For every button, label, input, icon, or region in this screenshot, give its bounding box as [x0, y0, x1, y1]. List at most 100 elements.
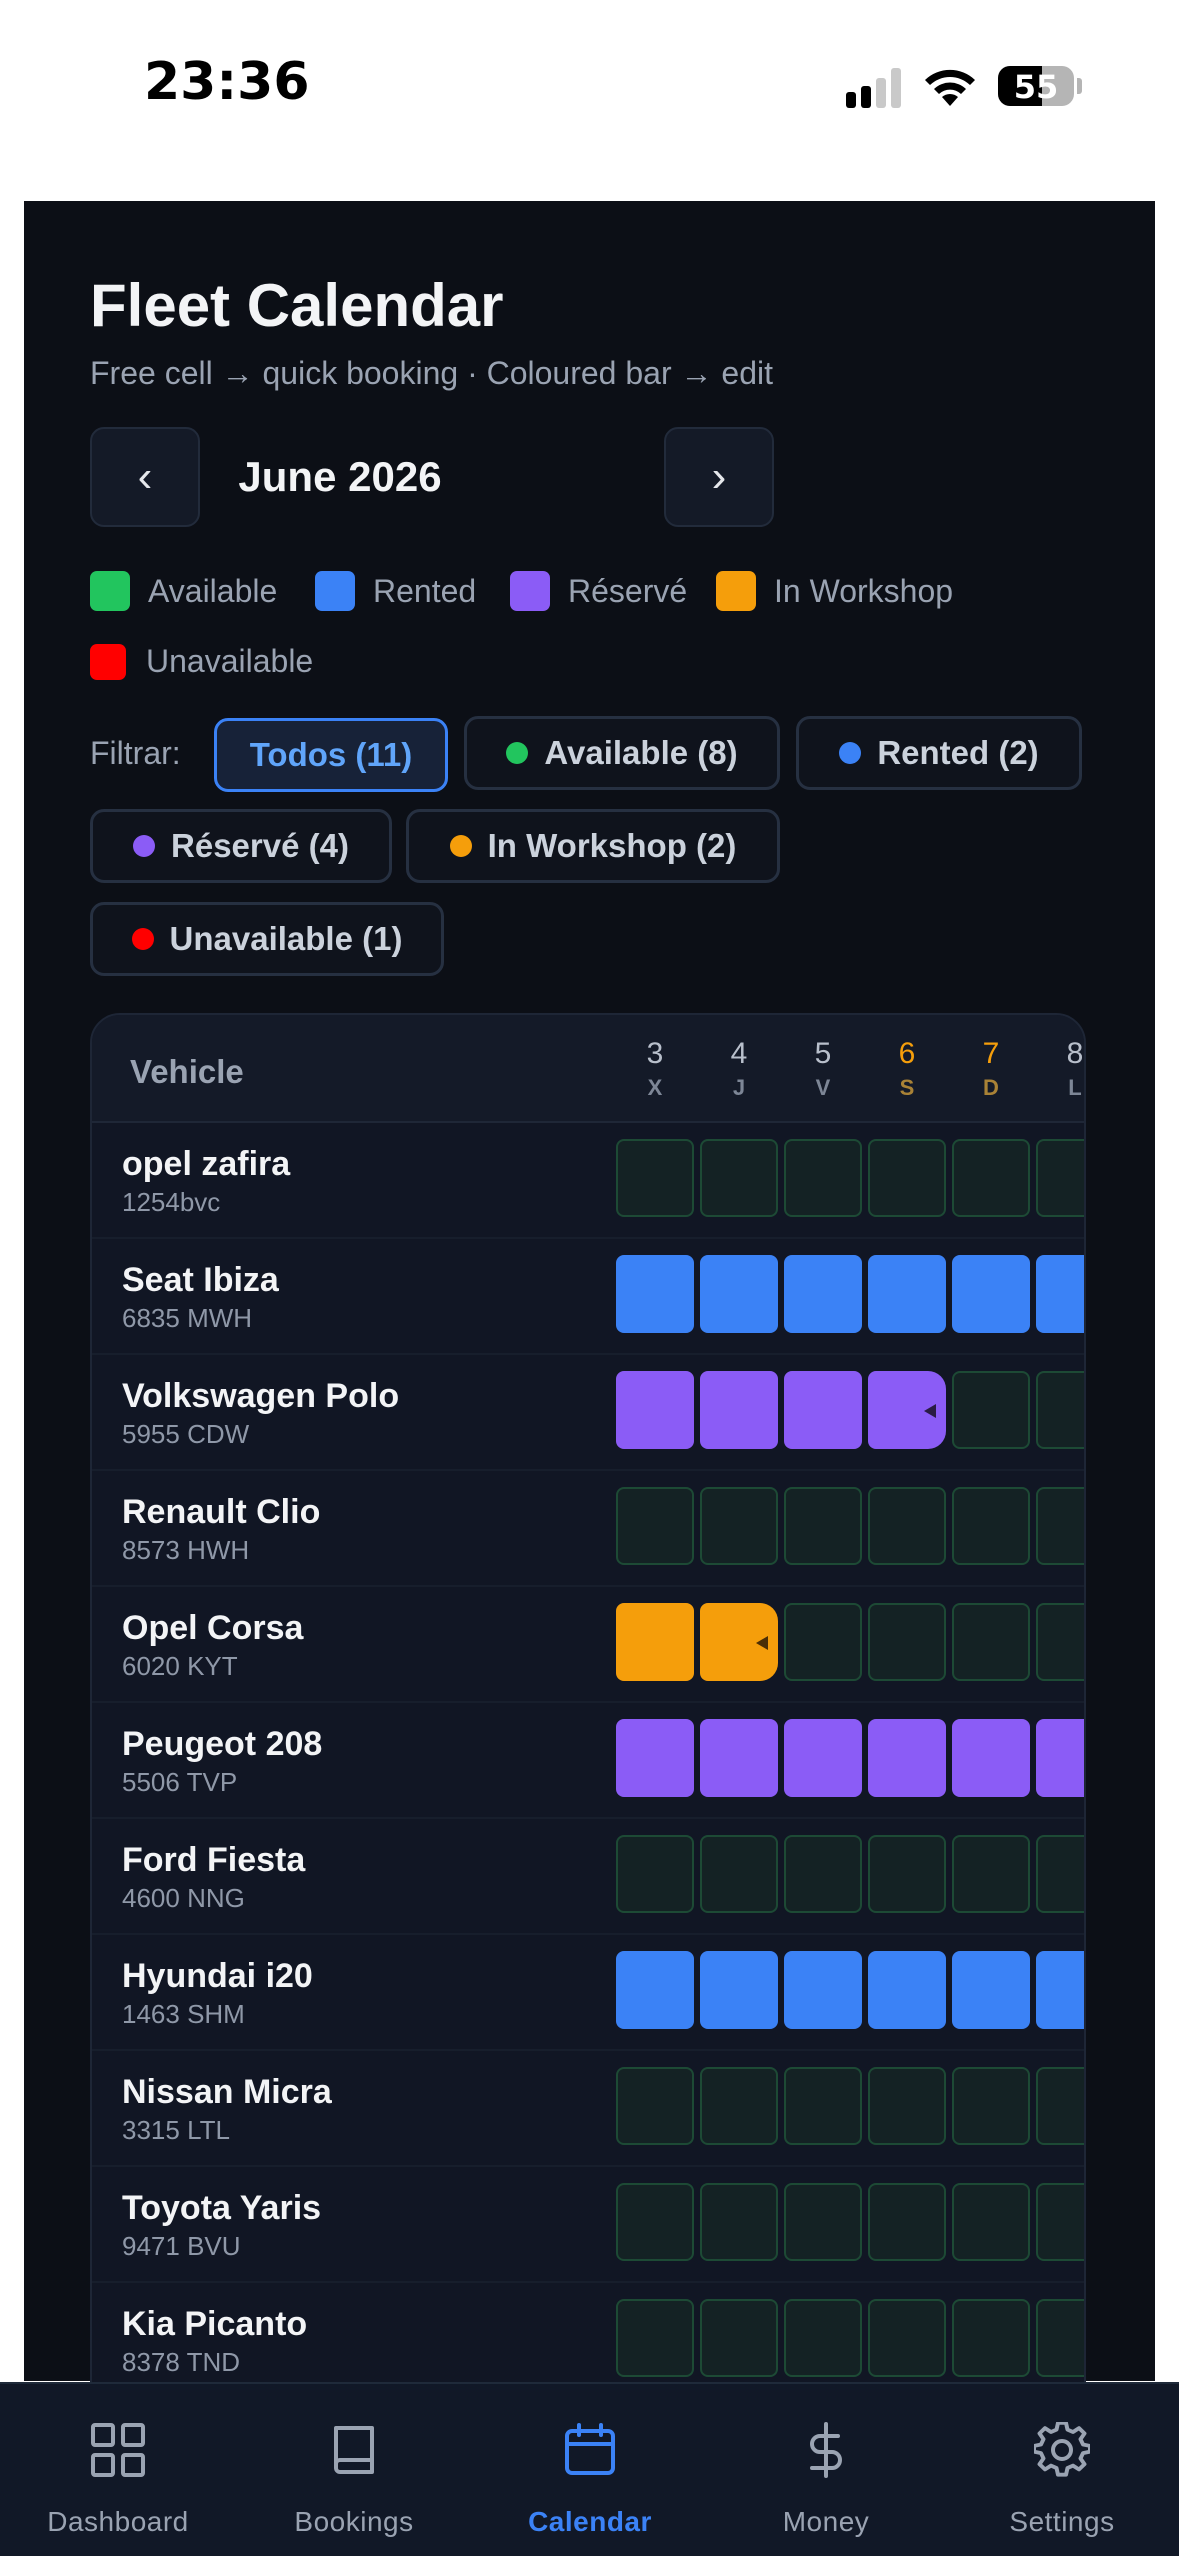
vehicle-name: Peugeot 208 [122, 1725, 323, 1763]
reserved-booking-cell[interactable] [868, 1371, 946, 1449]
free-cell[interactable] [952, 2067, 1030, 2145]
free-cell[interactable] [700, 2299, 778, 2377]
free-cell[interactable] [784, 1139, 862, 1217]
free-cell[interactable] [1036, 1603, 1084, 1681]
reserved-booking-cell[interactable] [868, 1719, 946, 1797]
free-cell[interactable] [952, 1603, 1030, 1681]
reserved-booking-cell[interactable] [616, 1371, 694, 1449]
vehicle-plate: 5955 CDW [122, 1419, 250, 1449]
free-cell[interactable] [1036, 2183, 1084, 2261]
filter-chip-workshop[interactable]: In Workshop (2) [406, 809, 780, 883]
status-dot [506, 742, 529, 764]
free-cell[interactable] [1036, 1371, 1084, 1449]
tab-calendar[interactable]: Calendar [472, 2384, 708, 2558]
calendar-icon [565, 2423, 615, 2475]
free-cell[interactable] [868, 2067, 946, 2145]
reserved-booking-cell[interactable] [784, 1719, 862, 1797]
legend-swatch [315, 571, 355, 611]
free-cell[interactable] [616, 1487, 694, 1565]
free-cell[interactable] [700, 1487, 778, 1565]
free-cell[interactable] [784, 2183, 862, 2261]
free-cell[interactable] [616, 1835, 694, 1913]
legend-available: Available [90, 571, 277, 611]
rented-booking-cell[interactable] [616, 1255, 694, 1333]
legend-swatch [510, 571, 550, 611]
filter-label: Filtrar: [90, 735, 181, 771]
free-cell[interactable] [700, 1139, 778, 1217]
free-cell[interactable] [952, 1835, 1030, 1913]
rented-booking-cell[interactable] [868, 1951, 946, 2029]
free-cell[interactable] [784, 1487, 862, 1565]
legend-swatch [90, 643, 126, 680]
free-cell[interactable] [700, 2183, 778, 2261]
reserved-booking-cell[interactable] [784, 1371, 862, 1449]
filter-chip-all[interactable]: Todos (11) [214, 718, 448, 792]
free-cell[interactable] [700, 1835, 778, 1913]
day-number: 6 [898, 1037, 916, 1070]
free-cell[interactable] [1036, 1835, 1084, 1913]
vehicle-plate: 6835 MWH [122, 1303, 253, 1333]
vehicle-plate: 5506 TVP [122, 1767, 238, 1797]
free-cell[interactable] [616, 2299, 694, 2377]
filter-chip-reserved[interactable]: Réservé (4) [90, 809, 392, 883]
tab-money[interactable]: Money [708, 2384, 944, 2558]
workshop-booking-cell[interactable] [700, 1603, 778, 1681]
day-header: 4J [700, 1037, 778, 1101]
filter-chip-available[interactable]: Available (8) [464, 716, 780, 790]
free-cell[interactable] [868, 1603, 946, 1681]
free-cell[interactable] [616, 2183, 694, 2261]
free-cell[interactable] [952, 2299, 1030, 2377]
day-of-week: V [815, 1075, 831, 1100]
free-cell[interactable] [952, 1487, 1030, 1565]
rented-booking-cell[interactable] [1036, 1951, 1084, 2029]
free-cell[interactable] [868, 2183, 946, 2261]
rented-booking-cell[interactable] [784, 1255, 862, 1333]
free-cell[interactable] [952, 1139, 1030, 1217]
reserved-booking-cell[interactable] [1036, 1719, 1084, 1797]
next-month-button[interactable]: › [664, 427, 774, 527]
status-dot [839, 742, 862, 764]
tab-dashboard[interactable]: Dashboard [0, 2384, 236, 2558]
rented-booking-cell[interactable] [952, 1951, 1030, 2029]
legend-rented: Rented [315, 571, 476, 611]
free-cell[interactable] [784, 2299, 862, 2377]
free-cell[interactable] [1036, 2299, 1084, 2377]
rented-booking-cell[interactable] [952, 1255, 1030, 1333]
rented-booking-cell[interactable] [616, 1951, 694, 2029]
workshop-booking-cell[interactable] [616, 1603, 694, 1681]
free-cell[interactable] [784, 2067, 862, 2145]
reserved-booking-cell[interactable] [700, 1371, 778, 1449]
rented-booking-cell[interactable] [700, 1255, 778, 1333]
reserved-booking-cell[interactable] [616, 1719, 694, 1797]
free-cell[interactable] [952, 2183, 1030, 2261]
tab-bookings[interactable]: Bookings [236, 2384, 472, 2558]
free-cell[interactable] [1036, 1487, 1084, 1565]
free-cell[interactable] [1036, 2067, 1084, 2145]
rented-booking-cell[interactable] [1036, 1255, 1084, 1333]
vehicle-name: Volkswagen Polo [122, 1377, 400, 1415]
reserved-booking-cell[interactable] [952, 1719, 1030, 1797]
free-cell[interactable] [952, 1371, 1030, 1449]
prev-month-button[interactable]: ‹ [90, 427, 200, 527]
free-cell[interactable] [868, 1139, 946, 1217]
free-cell[interactable] [784, 1603, 862, 1681]
grid-icon [91, 2423, 145, 2477]
filter-chip-rented[interactable]: Rented (2) [796, 716, 1082, 790]
filter-chip-unavailable[interactable]: Unavailable (1) [90, 902, 444, 976]
tab-settings[interactable]: Settings [944, 2384, 1179, 2558]
rented-booking-cell[interactable] [700, 1951, 778, 2029]
free-cell[interactable] [868, 1835, 946, 1913]
day-number: 8 [1066, 1037, 1084, 1070]
rented-booking-cell[interactable] [784, 1951, 862, 2029]
free-cell[interactable] [868, 1487, 946, 1565]
free-cell[interactable] [616, 2067, 694, 2145]
day-of-week: J [732, 1075, 746, 1100]
free-cell[interactable] [700, 2067, 778, 2145]
free-cell[interactable] [868, 2299, 946, 2377]
free-cell[interactable] [1036, 1139, 1084, 1217]
free-cell[interactable] [616, 1139, 694, 1217]
reserved-booking-cell[interactable] [700, 1719, 778, 1797]
rented-booking-cell[interactable] [868, 1255, 946, 1333]
vehicle-plate: 3315 LTL [122, 2115, 230, 2145]
free-cell[interactable] [784, 1835, 862, 1913]
